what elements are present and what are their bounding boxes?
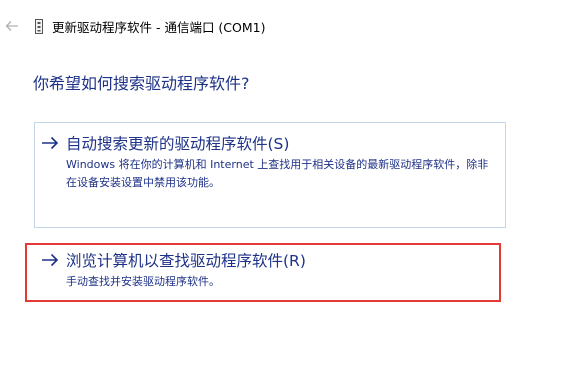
auto-search-description: Windows 将在你的计算机和 Internet 上查找用于相关设备的最新驱动… [66,158,489,189]
browse-computer-title: 浏览计算机以查找驱动程序软件(R) [66,252,306,270]
title-bar: 更新驱动程序软件 - 通信端口 (COM1) [0,14,585,38]
window-title: 更新驱动程序软件 - 通信端口 (COM1) [52,20,266,35]
back-arrow-icon [5,21,18,31]
browse-computer-option[interactable]: 浏览计算机以查找驱动程序软件(R) 手动查找并安装驱动程序软件。 [25,243,501,302]
back-button[interactable] [4,18,20,34]
arrow-right-icon [42,136,59,150]
arrow-right-icon [42,253,59,267]
port-device-icon [34,19,44,34]
auto-search-title: 自动搜索更新的驱动程序软件(S) [66,135,290,153]
page-heading: 你希望如何搜索驱动程序软件? [33,74,250,93]
browse-computer-description: 手动查找并安装驱动程序软件。 [66,275,220,288]
auto-search-option[interactable]: 自动搜索更新的驱动程序软件(S) Windows 将在你的计算机和 Intern… [34,122,506,228]
